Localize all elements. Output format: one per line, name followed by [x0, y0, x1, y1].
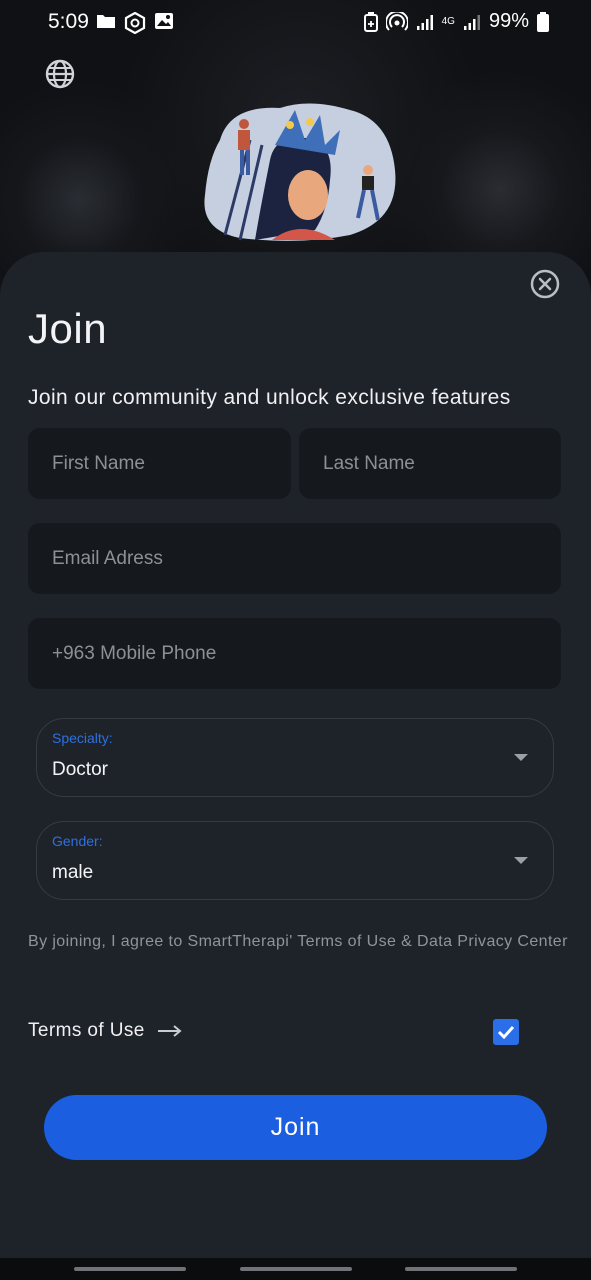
gender-value: male	[52, 862, 94, 883]
status-time: 5:09	[48, 10, 89, 33]
email-placeholder: Email Adress	[52, 548, 163, 569]
specialty-dropdown[interactable]: Specialty: Doctor	[36, 718, 554, 797]
first-name-placeholder: First Name	[52, 453, 145, 474]
network-type: 4G	[441, 15, 455, 27]
phone-field[interactable]: +963 Mobile Phone	[28, 618, 561, 689]
caret-down-icon	[514, 754, 528, 761]
signal-icon	[416, 14, 433, 30]
person-head-plants-illustration	[204, 103, 396, 241]
first-name-field[interactable]: First Name	[28, 428, 291, 499]
gender-label: Gender:	[52, 833, 103, 849]
status-bar: 5:09 4G 99%	[0, 0, 591, 46]
status-left-icons	[96, 12, 174, 34]
terms-checkbox[interactable]	[493, 1019, 519, 1045]
globe-icon[interactable]	[44, 58, 76, 90]
nav-handle-center[interactable]	[240, 1267, 352, 1271]
folder-icon	[97, 15, 115, 28]
image-icon	[155, 13, 173, 29]
battery-saver-icon	[363, 11, 378, 32]
close-circle-icon[interactable]	[529, 268, 561, 300]
page-subtitle: Join our community and unlock exclusive …	[28, 386, 511, 409]
last-name-field[interactable]: Last Name	[299, 428, 561, 499]
hexagon-icon	[124, 12, 146, 34]
terms-of-use-label: Terms of Use	[28, 1020, 145, 1041]
terms-of-use-link[interactable]: Terms of Use	[28, 1020, 183, 1042]
join-button[interactable]: Join	[44, 1095, 547, 1160]
page-title: Join	[28, 305, 108, 352]
status-right-icons: 4G 99%	[363, 10, 549, 33]
nav-handle-right[interactable]	[405, 1267, 517, 1271]
hotspot-icon	[385, 11, 408, 31]
signal-icon	[463, 14, 480, 30]
phone-placeholder: +963 Mobile Phone	[52, 643, 217, 664]
battery-icon	[537, 11, 549, 32]
join-button-label: Join	[270, 1113, 321, 1141]
email-field[interactable]: Email Adress	[28, 523, 561, 594]
battery-percent: 99%	[488, 10, 529, 32]
last-name-placeholder: Last Name	[323, 453, 415, 474]
gender-dropdown[interactable]: Gender: male	[36, 821, 554, 900]
specialty-value: Doctor	[52, 759, 108, 780]
checkmark-icon	[497, 1025, 515, 1039]
nav-handle-left[interactable]	[74, 1267, 186, 1271]
agreement-text: By joining, I agree to SmartTherapi' Ter…	[28, 933, 568, 950]
specialty-label: Specialty:	[52, 730, 113, 746]
system-nav-bar	[0, 1258, 591, 1280]
caret-down-icon	[514, 857, 528, 864]
arrow-right-icon	[157, 1025, 182, 1037]
